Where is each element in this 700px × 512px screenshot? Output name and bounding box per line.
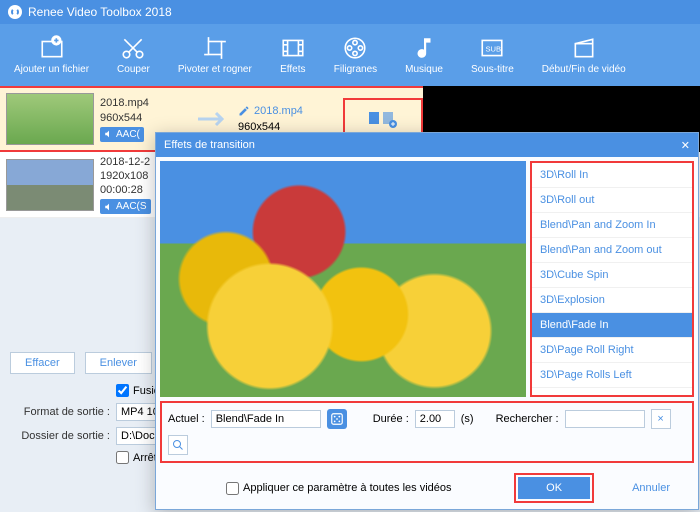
effect-item[interactable]: 3D\Page Roll Bottom [532, 388, 692, 397]
pencil-icon [238, 105, 250, 117]
folder-label: Dossier de sortie : [10, 430, 110, 442]
apply-all-checkbox-row[interactable]: Appliquer ce paramètre à toutes les vidé… [226, 482, 452, 495]
dialog-footer: Appliquer ce paramètre à toutes les vidé… [156, 467, 698, 509]
clear-button[interactable]: Effacer [10, 352, 75, 374]
crop-icon [202, 35, 228, 61]
main-toolbar: Ajouter un fichier Couper Pivoter et rog… [0, 24, 700, 86]
clear-search-button[interactable]: × [651, 409, 671, 429]
effect-item[interactable]: 3D\Page Rolls Left [532, 363, 692, 388]
clip-thumbnail [6, 159, 94, 211]
subtitle-icon: SUB [479, 35, 505, 61]
dialog-title: Effets de transition [164, 139, 255, 151]
effect-item[interactable]: Blend\Fade In [532, 313, 692, 338]
slate-icon [571, 35, 597, 61]
search-label: Rechercher : [496, 413, 559, 425]
effect-item[interactable]: Blend\Pan and Zoom out [532, 238, 692, 263]
dialog-controls: Actuel : Durée : (s) Rechercher : × [160, 401, 694, 463]
intro-outro-button[interactable]: Début/Fin de vidéo [528, 31, 640, 79]
arrow-right-icon [198, 111, 228, 127]
search-icon [172, 439, 184, 451]
app-title: Renee Video Toolbox 2018 [28, 5, 172, 19]
current-effect-input[interactable] [211, 410, 321, 428]
close-icon[interactable]: ✕ [681, 139, 690, 152]
stop-checkbox[interactable] [116, 451, 129, 464]
current-label: Actuel : [168, 413, 205, 425]
preview-pane [160, 161, 526, 397]
ok-button-highlight: OK [514, 473, 594, 503]
audio-badge: AAC( [100, 127, 144, 142]
apply-all-checkbox[interactable] [226, 482, 239, 495]
music-button[interactable]: Musique [391, 31, 457, 79]
search-button[interactable] [168, 435, 188, 455]
output-info: 2018.mp4 960x544 [238, 105, 303, 133]
svg-text:SUB: SUB [486, 44, 502, 53]
transition-icon[interactable] [369, 108, 397, 128]
duration-input[interactable] [415, 410, 455, 428]
rotate-crop-button[interactable]: Pivoter et rogner [164, 31, 266, 79]
transition-dialog: Effets de transition ✕ 3D\Roll In3D\Roll… [155, 132, 699, 510]
dialog-titlebar: Effets de transition ✕ [156, 133, 698, 157]
duration-unit: (s) [461, 413, 474, 425]
effect-item[interactable]: Blend\Pan and Zoom In [532, 213, 692, 238]
add-file-icon [39, 35, 65, 61]
effect-item[interactable]: 3D\Page Roll Right [532, 338, 692, 363]
subtitle-button[interactable]: SUB Sous-titre [457, 31, 528, 79]
effect-item[interactable]: 3D\Roll out [532, 188, 692, 213]
add-file-button[interactable]: Ajouter un fichier [0, 31, 103, 79]
app-logo-icon [8, 5, 22, 19]
titlebar: Renee Video Toolbox 2018 [0, 0, 700, 24]
watermark-button[interactable]: Filigranes [320, 31, 391, 79]
effect-item[interactable]: 3D\Cube Spin [532, 263, 692, 288]
ok-button[interactable]: OK [518, 477, 590, 499]
format-label: Format de sortie : [10, 406, 110, 418]
cancel-button[interactable]: Annuler [614, 477, 688, 499]
reel-icon [342, 35, 368, 61]
duration-label: Durée : [373, 413, 409, 425]
merge-checkbox[interactable] [116, 384, 129, 397]
random-button[interactable] [327, 409, 347, 429]
search-input[interactable] [565, 410, 645, 428]
effects-list[interactable]: 3D\Roll In3D\Roll outBlend\Pan and Zoom … [530, 161, 694, 397]
clip-thumbnail [6, 93, 94, 145]
scissors-icon [120, 35, 146, 61]
effects-button[interactable]: Effets [266, 31, 320, 79]
cut-button[interactable]: Couper [103, 31, 164, 79]
music-icon [411, 35, 437, 61]
effect-item[interactable]: 3D\Roll In [532, 163, 692, 188]
film-icon [280, 35, 306, 61]
effect-item[interactable]: 3D\Explosion [532, 288, 692, 313]
remove-button[interactable]: Enlever [85, 352, 152, 374]
audio-badge: AAC(S [100, 199, 151, 214]
